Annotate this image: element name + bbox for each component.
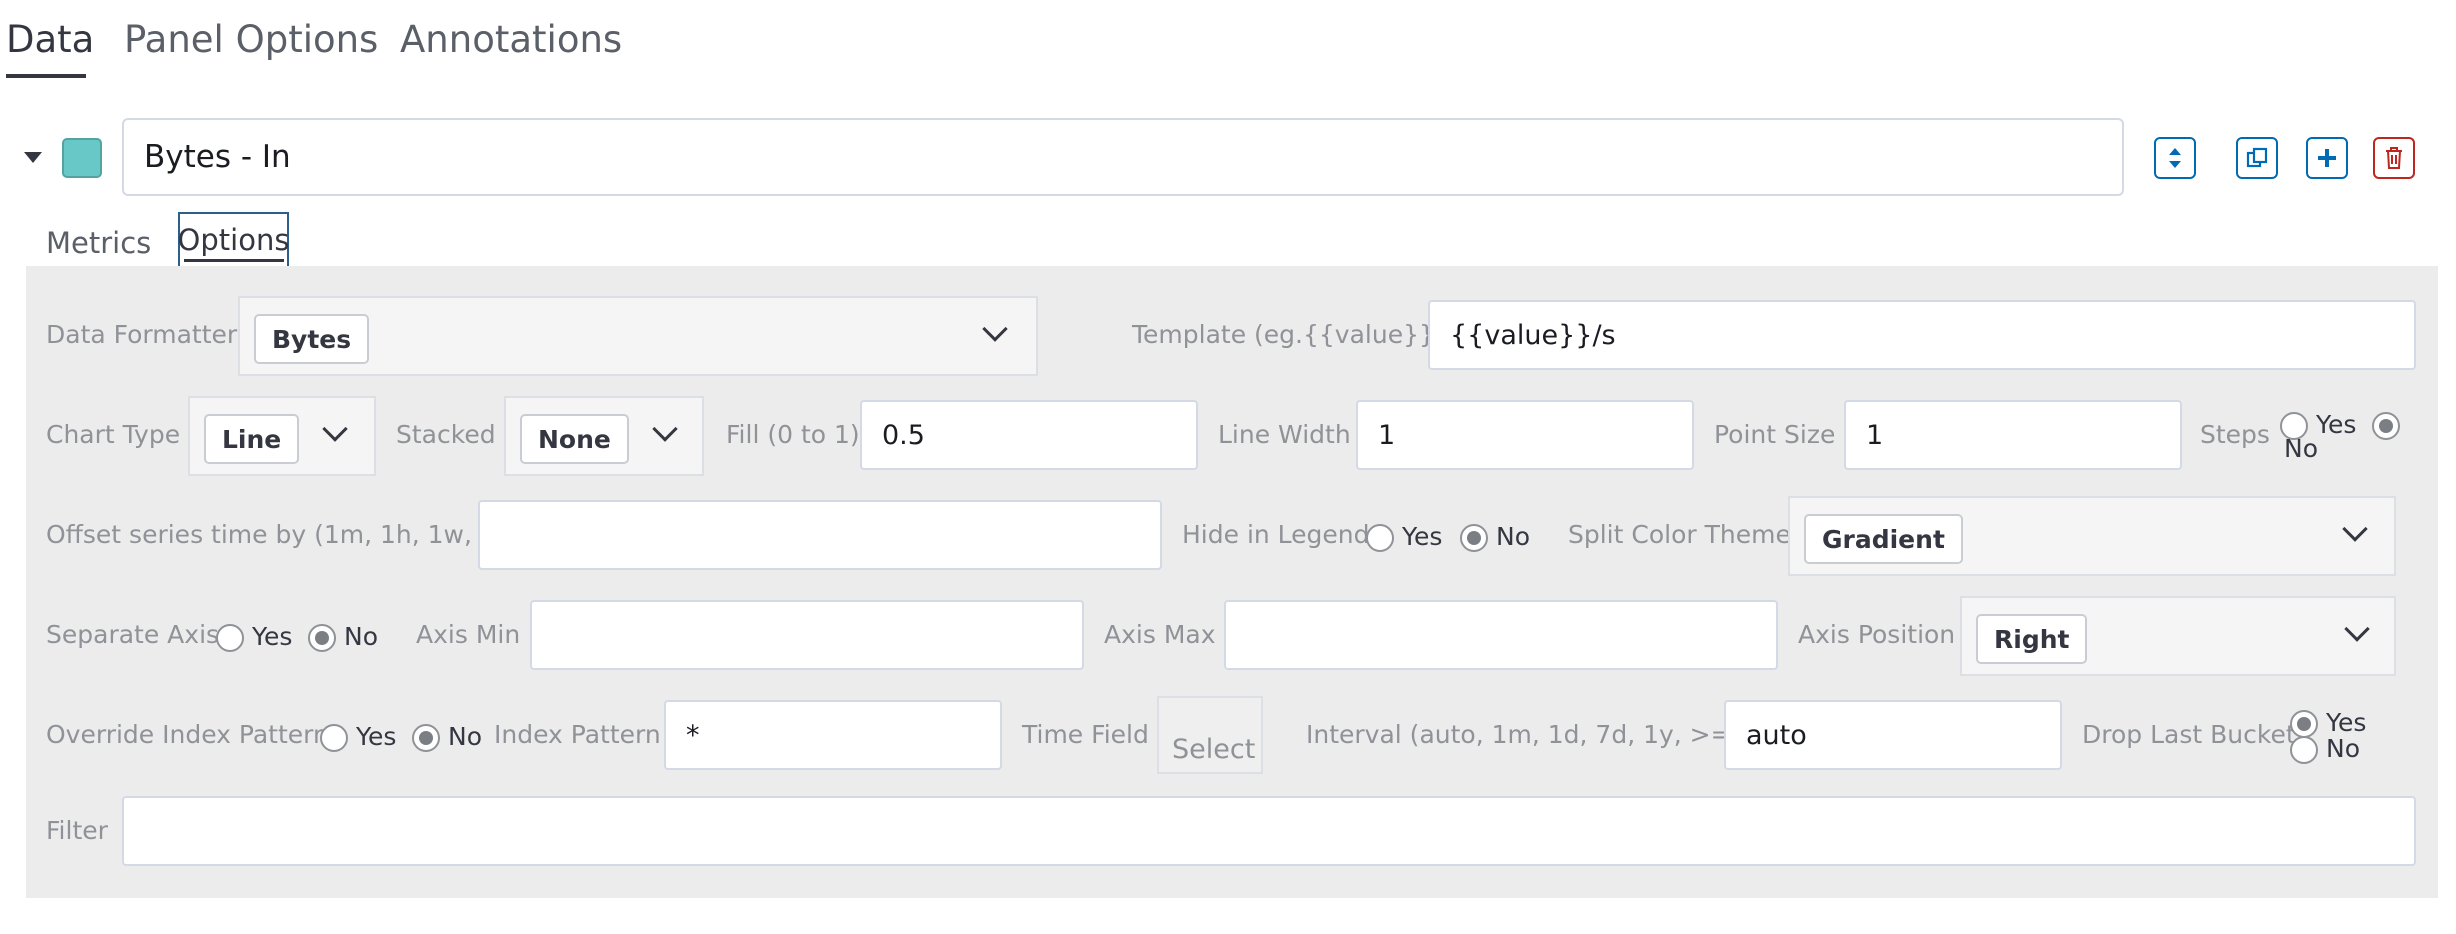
drop-last-bucket-label: Drop Last Bucket bbox=[2082, 720, 2296, 749]
chart-type-select[interactable]: Line bbox=[188, 396, 376, 476]
template-label: Template (eg.{{value}}/s) bbox=[1132, 320, 1467, 349]
hide-in-legend-yes-radio[interactable] bbox=[1366, 524, 1394, 552]
active-subtab-indicator bbox=[184, 259, 284, 262]
split-color-theme-select[interactable]: Gradient bbox=[1788, 496, 2396, 576]
hide-in-legend-label: Hide in Legend bbox=[1182, 520, 1370, 549]
axis-position-value: Right bbox=[1976, 614, 2088, 664]
axis-max-label: Axis Max bbox=[1104, 620, 1216, 649]
clone-series-button[interactable] bbox=[2236, 137, 2278, 179]
line-width-label: Line Width bbox=[1218, 420, 1351, 449]
add-series-button[interactable] bbox=[2306, 137, 2348, 179]
offset-label: Offset series time by (1m, 1h, 1w, 1d) bbox=[46, 520, 522, 549]
chevron-down-icon bbox=[652, 416, 678, 442]
index-pattern-label: Index Pattern bbox=[494, 720, 661, 749]
tab-data[interactable]: Data bbox=[6, 18, 94, 61]
steps-no-radio[interactable] bbox=[2372, 412, 2400, 440]
point-size-input[interactable]: 1 bbox=[1844, 400, 2182, 470]
split-color-theme-value: Gradient bbox=[1804, 514, 1963, 564]
delete-series-button[interactable] bbox=[2373, 137, 2415, 179]
chart-type-value: Line bbox=[204, 414, 300, 464]
filter-label: Filter bbox=[46, 816, 108, 845]
separate-axis-yes-radio[interactable] bbox=[216, 624, 244, 652]
axis-min-input[interactable] bbox=[530, 600, 1084, 670]
data-formatter-select[interactable]: Bytes bbox=[238, 296, 1038, 376]
interval-input[interactable]: auto bbox=[1724, 700, 2062, 770]
axis-max-input[interactable] bbox=[1224, 600, 1778, 670]
drop-last-bucket-no-label: No bbox=[2326, 734, 2360, 763]
interval-label: Interval (auto, 1m, 1d, 7d, 1y, >=1m) bbox=[1306, 720, 1782, 749]
trash-icon bbox=[2386, 147, 2402, 169]
steps-label: Steps bbox=[2200, 420, 2270, 449]
tab-annotations[interactable]: Annotations bbox=[400, 18, 622, 61]
add-icon bbox=[2318, 149, 2336, 167]
chevron-down-icon bbox=[322, 416, 348, 442]
override-index-pattern-yes-label: Yes bbox=[356, 722, 397, 751]
separate-axis-yes-label: Yes bbox=[252, 622, 293, 651]
separate-axis-no-radio[interactable] bbox=[308, 624, 336, 652]
stacked-label: Stacked bbox=[396, 420, 496, 449]
collapse-chevron-icon[interactable] bbox=[24, 152, 42, 163]
chevron-down-icon bbox=[982, 316, 1008, 342]
drop-last-bucket-yes-label: Yes bbox=[2326, 708, 2367, 737]
axis-position-select[interactable]: Right bbox=[1960, 596, 2396, 676]
hide-in-legend-yes-label: Yes bbox=[1402, 522, 1443, 551]
override-index-pattern-yes-radio[interactable] bbox=[320, 724, 348, 752]
override-index-pattern-no-radio[interactable] bbox=[412, 724, 440, 752]
stacked-value: None bbox=[520, 414, 629, 464]
sort-icon bbox=[2169, 148, 2181, 168]
separate-axis-label: Separate Axis bbox=[46, 620, 220, 649]
stacked-select[interactable]: None bbox=[504, 396, 704, 476]
chart-type-label: Chart Type bbox=[46, 420, 181, 449]
axis-position-label: Axis Position bbox=[1798, 620, 1956, 649]
steps-yes-label: Yes bbox=[2316, 410, 2357, 439]
index-pattern-input[interactable]: * bbox=[664, 700, 1002, 770]
steps-no-label: No bbox=[2284, 434, 2318, 463]
clone-icon bbox=[2246, 147, 2268, 168]
drop-last-bucket-yes-radio[interactable] bbox=[2290, 710, 2318, 738]
series-label-input[interactable] bbox=[122, 118, 2124, 196]
sort-button[interactable] bbox=[2154, 137, 2196, 179]
fill-input[interactable]: 0.5 bbox=[860, 400, 1198, 470]
fill-label: Fill (0 to 1) bbox=[726, 420, 860, 449]
hide-in-legend-no-label: No bbox=[1496, 522, 1530, 551]
chevron-down-icon bbox=[2342, 516, 2368, 542]
drop-last-bucket-no-radio[interactable] bbox=[2290, 736, 2318, 764]
chevron-down-icon bbox=[2344, 616, 2370, 642]
time-field-label: Time Field bbox=[1022, 720, 1149, 749]
split-color-theme-label: Split Color Theme bbox=[1568, 520, 1791, 549]
data-formatter-label: Data Formatter bbox=[46, 320, 238, 349]
offset-input[interactable] bbox=[478, 500, 1162, 570]
axis-min-label: Axis Min bbox=[416, 620, 521, 649]
separate-axis-no-label: No bbox=[344, 622, 378, 651]
override-index-pattern-no-label: No bbox=[448, 722, 482, 751]
override-index-pattern-label: Override Index Pattern bbox=[46, 720, 329, 749]
line-width-input[interactable]: 1 bbox=[1356, 400, 1694, 470]
hide-in-legend-no-radio[interactable] bbox=[1460, 524, 1488, 552]
filter-input[interactable] bbox=[122, 796, 2416, 866]
point-size-label: Point Size bbox=[1714, 420, 1836, 449]
data-formatter-value: Bytes bbox=[254, 314, 370, 364]
series-color-swatch[interactable] bbox=[62, 138, 102, 178]
tab-panel-options[interactable]: Panel Options bbox=[124, 18, 378, 61]
template-input[interactable]: {{value}}/s bbox=[1428, 300, 2416, 370]
subtab-metrics[interactable]: Metrics bbox=[46, 226, 151, 260]
active-tab-indicator bbox=[6, 74, 86, 78]
